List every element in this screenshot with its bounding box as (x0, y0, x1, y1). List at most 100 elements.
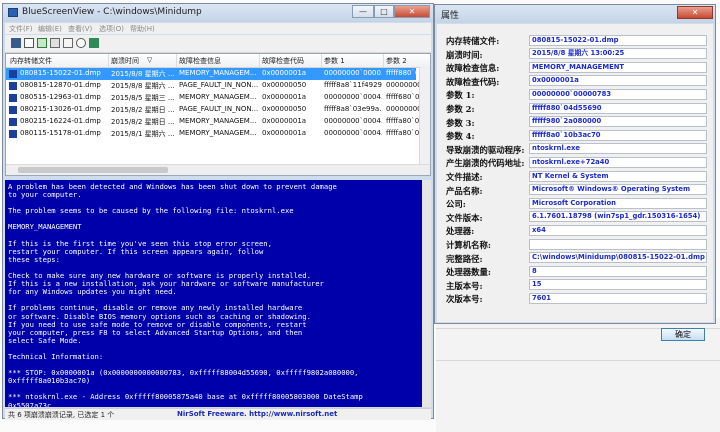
column-divider[interactable] (108, 54, 109, 67)
dialog-close-button[interactable]: ✕ (677, 6, 713, 19)
status-count: 共 6 项崩溃崩溃记录, 已选定 1 个 (8, 411, 115, 419)
maximize-button[interactable]: □ (374, 5, 394, 18)
property-label: 产生崩溃的代码地址: (446, 158, 525, 169)
column-divider[interactable] (321, 54, 322, 67)
property-value-field[interactable]: fffff880`04d55690 (529, 102, 707, 114)
column-crash-time[interactable]: 崩溃时间 (111, 56, 151, 66)
menu-help[interactable]: 帮助(H) (130, 24, 155, 34)
table-row[interactable]: 080215-16224-01.dmp 2015/8/2 星期日 ... MEMOR… (6, 116, 430, 128)
ok-button[interactable]: 确定 (661, 328, 705, 341)
property-label: 参数 4: (446, 131, 475, 142)
property-label: 公司: (446, 199, 466, 210)
property-value-field[interactable]: Microsoft Corporation (529, 197, 707, 209)
cell-dump-file: 080515-12963-01.dmp (20, 93, 101, 101)
refresh-icon[interactable] (50, 38, 60, 48)
cell-parameter-1: fffff8a8`11f49290 (324, 81, 382, 89)
list-header: 内存转储文件 崩溃时间 ▽ 故障检查信息 故障检查代码 参数 1 参数 2 (6, 54, 430, 68)
table-row[interactable]: 080815-12870-01.dmp 2015/8/8 星期六 ... PAGE_… (6, 80, 430, 92)
property-value-field[interactable]: ntoskrnl.exe+72a40 (529, 156, 707, 168)
property-value-field[interactable]: Microsoft® Windows® Operating System (529, 184, 707, 196)
menu-file[interactable]: 文件(F) (9, 24, 33, 34)
list-vertical-scrollbar[interactable] (419, 67, 430, 166)
dialog-title: 属性 (441, 11, 460, 21)
column-bug-check-string[interactable]: 故障检查信息 (179, 56, 249, 66)
find-icon[interactable] (76, 38, 86, 48)
menu-edit[interactable]: 编辑(E) (38, 24, 62, 34)
property-label: 参数 3: (446, 117, 475, 128)
html-report-icon[interactable] (24, 38, 34, 48)
cell-crash-time: 2015/8/2 星期日 ... (111, 118, 175, 126)
menu-view[interactable]: 查看(V) (68, 24, 92, 34)
save-icon[interactable] (11, 38, 21, 48)
property-label: 计算机名称: (446, 240, 491, 250)
property-value-field[interactable]: 2015/8/8 星期六 13:00:25 (529, 48, 707, 60)
cell-bug-check-string: MEMORY_MANAGEM... (179, 69, 257, 77)
close-button[interactable]: ✕ (394, 5, 430, 18)
menu-options[interactable]: 选项(O) (99, 24, 124, 34)
bsod-scrollbar[interactable] (422, 180, 431, 407)
property-value-field[interactable]: x64 (529, 224, 707, 236)
table-row[interactable]: 080815-15022-01.dmp 2015/8/8 星期六 ... MEMOR… (6, 68, 430, 80)
property-label: 主版本号: (446, 280, 483, 291)
property-value-field[interactable]: ntoskrnl.exe (529, 143, 707, 155)
column-parameter-1[interactable]: 参数 1 (324, 56, 374, 66)
dump-list[interactable]: 内存转储文件 崩溃时间 ▽ 故障检查信息 故障检查代码 参数 1 参数 2 08… (5, 53, 431, 176)
property-value-field[interactable]: 8 (529, 265, 707, 277)
dump-file-icon (9, 118, 17, 126)
column-divider[interactable] (259, 54, 260, 67)
scrollbar-thumb[interactable] (18, 167, 168, 173)
property-value-field[interactable]: NT Kernel & System (529, 170, 707, 182)
cell-bug-check-code: 0x0000001a (262, 117, 307, 125)
table-row[interactable]: 080215-13026-01.dmp 2015/8/2 星期日 ... PAGE_… (6, 104, 430, 116)
cell-crash-time: 2015/8/8 星期六 ... (111, 70, 175, 78)
dialog-title-bar[interactable]: 属性 ✕ (435, 5, 715, 23)
column-bug-check-code[interactable]: 故障检查代码 (262, 56, 322, 66)
nirsoft-link[interactable]: NirSoft Freeware. http://www.nirsoft.net (177, 410, 337, 418)
property-value-field[interactable]: 00000000`00000783 (529, 88, 707, 100)
cell-dump-file: 080815-15022-01.dmp (20, 69, 101, 77)
property-value-field[interactable]: 7601 (529, 292, 707, 304)
minimize-button[interactable]: — (352, 5, 374, 18)
property-value-field[interactable]: 6.1.7601.18798 (win7sp1_gdr.150316-1654) (529, 211, 707, 223)
cell-parameter-1: 00000000`0004... (324, 117, 382, 125)
cell-bug-check-code: 0x0000001a (262, 69, 307, 77)
column-divider[interactable] (176, 54, 177, 67)
property-value-field[interactable]: C:\windows\Minidump\080815-15022-01.dmp (529, 252, 707, 264)
property-value-field[interactable]: fffff980`2a080000 (529, 116, 707, 128)
toolbar (5, 35, 431, 53)
bsod-text: A problem has been detected and Windows … (8, 182, 363, 407)
bsod-preview-pane[interactable]: A problem has been detected and Windows … (5, 180, 431, 407)
sort-arrow-icon: ▽ (147, 56, 153, 64)
column-parameter-2[interactable]: 参数 2 (386, 56, 426, 66)
properties-icon[interactable] (37, 38, 47, 48)
property-label: 文件版本: (446, 212, 483, 223)
property-label: 参数 2: (446, 104, 475, 114)
list-horizontal-scrollbar[interactable] (6, 164, 430, 175)
column-divider[interactable] (383, 54, 384, 67)
property-label: 导致崩溃的驱动程序: (446, 144, 525, 155)
property-value-field[interactable]: 15 (529, 279, 707, 291)
title-bar[interactable]: BlueScreenView - C:\windows\Minidump — □… (3, 4, 433, 22)
dump-file-icon (9, 130, 17, 138)
property-value-field[interactable]: MEMORY_MANAGEMENT (529, 61, 707, 73)
table-row[interactable]: 080515-12963-01.dmp 2015/8/5 星期三 ... MEMOR… (6, 92, 430, 104)
property-label: 内存转储文件: (446, 36, 500, 46)
column-dump-file[interactable]: 内存转储文件 (10, 56, 70, 66)
cell-bug-check-string: MEMORY_MANAGEM... (179, 93, 257, 101)
cell-bug-check-string: MEMORY_MANAGEM... (179, 129, 257, 137)
cell-bug-check-code: 0x0000001a (262, 93, 307, 101)
exit-icon[interactable] (89, 38, 99, 48)
table-row[interactable]: 080115-15178-01.dmp 2015/8/1 星期六 ... MEMOR… (6, 128, 430, 140)
cell-bug-check-code: 0x00000050 (262, 81, 307, 89)
cell-bug-check-string: PAGE_FAULT_IN_NON... (179, 105, 259, 113)
property-value-field[interactable]: 080815-15022-01.dmp (529, 34, 707, 46)
property-value-field[interactable] (529, 238, 707, 250)
property-label: 次版本号: (446, 294, 483, 305)
property-label: 处理器: (446, 226, 475, 237)
dump-file-icon (9, 94, 17, 102)
cell-bug-check-code: 0x0000001a (262, 129, 307, 137)
copy-icon[interactable] (63, 38, 73, 48)
property-value-field[interactable]: 0x0000001a (529, 75, 707, 87)
property-value-field[interactable]: fffff8a0`10b3ac70 (529, 129, 707, 141)
dump-file-icon (9, 82, 17, 90)
